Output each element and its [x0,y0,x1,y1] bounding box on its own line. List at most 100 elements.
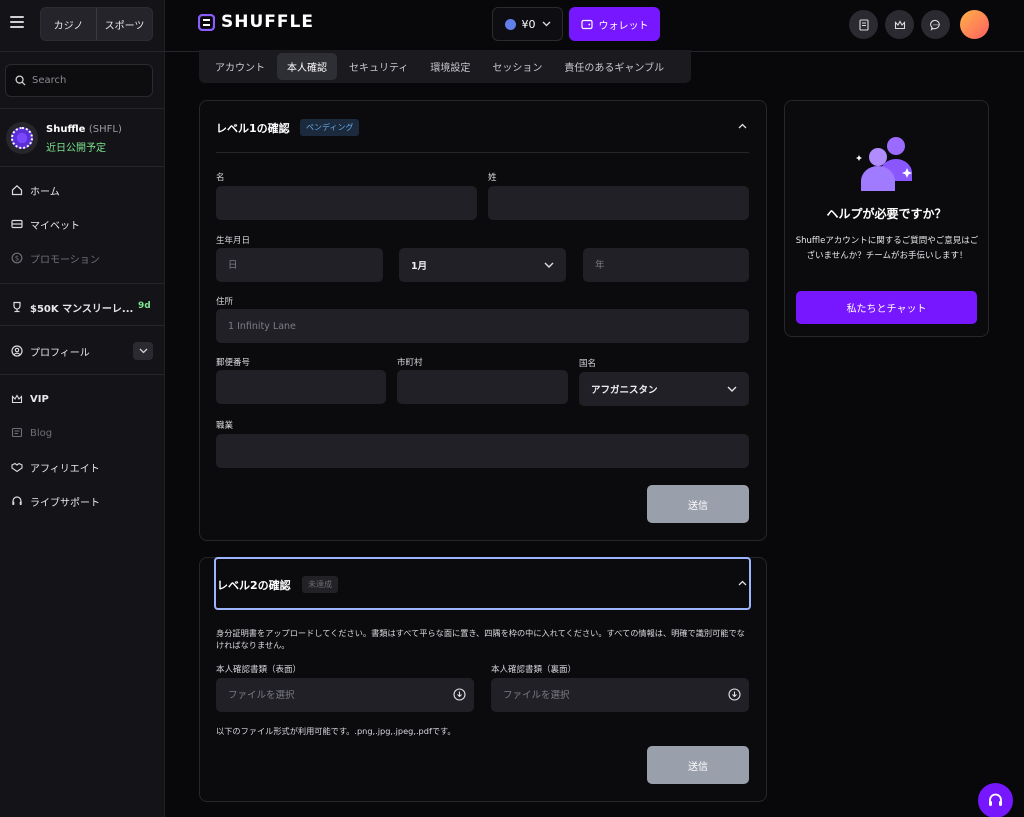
search-icon [15,75,26,86]
nav-vip[interactable]: VIP [10,391,49,407]
wallet-button[interactable]: ウォレット [569,7,660,41]
last-name-label: 姓 [488,173,497,183]
chevron-down-icon [542,21,550,27]
chevron-up-icon[interactable] [738,123,747,129]
chevron-up-icon[interactable] [738,580,747,586]
city-input[interactable] [397,370,568,404]
tab-account[interactable]: アカウント [205,53,275,80]
nav-live-support[interactable]: ライブサポート [10,493,100,509]
user-icon [10,345,23,358]
nav-promotions[interactable]: $ プロモーション [10,250,100,266]
divider [0,51,165,52]
id-front-upload[interactable] [216,678,474,712]
tab-sessions[interactable]: セッション [482,53,552,80]
settings-tabs: アカウント 本人確認 セキュリティ 環境設定 セッション 責任のあるギャンブル [199,50,691,83]
address-label: 住所 [216,297,234,307]
balance-selector[interactable]: ¥0 [492,7,563,41]
casino-tab[interactable]: カジノ [41,8,97,40]
nav-profile[interactable]: プロフィール [10,343,90,359]
postal-field[interactable] [216,370,386,404]
level1-submit-button[interactable]: 送信 [647,485,749,523]
chat-bubble-icon [929,19,940,31]
level1-title: レベル1の確認 [216,122,290,135]
document-icon [858,18,869,31]
nav-home[interactable]: ホーム [10,182,60,198]
divider [0,166,165,167]
level2-header[interactable] [214,557,751,610]
support-people-icon [856,137,912,191]
tab-preferences[interactable]: 環境設定 [420,53,480,80]
token-name[interactable]: Shuffle (SHFL) [46,124,122,135]
divider [0,283,165,284]
address-input[interactable] [216,309,749,343]
bets-icon [10,218,23,231]
wallet-label: ウォレット [598,20,649,32]
first-name-label: 名 [216,173,225,183]
occupation-input[interactable] [216,434,749,468]
country-value: アフガニスタン [591,385,658,396]
profile-expand-button[interactable] [133,342,153,360]
first-name-field[interactable] [216,186,477,220]
occupation-label: 職業 [216,421,234,431]
address-field[interactable] [216,309,749,343]
nav-blog-label: Blog [30,427,53,439]
logo-text: SHUFFLE [221,12,314,32]
user-avatar[interactable] [960,10,989,39]
divider [0,108,165,109]
chevron-down-icon [544,262,554,268]
help-body: Shuffleアカウントに関するご質問やご意見はございませんか？チームがお手伝い… [795,236,979,261]
dob-day-field[interactable] [216,248,383,282]
tab-security[interactable]: セキュリティ [339,53,418,80]
nav-race[interactable]: $50K マンスリーレ... [10,299,133,315]
shuffle-logo-icon [198,13,215,31]
id-back-input[interactable] [491,678,749,712]
postal-label: 郵便番号 [216,358,251,368]
eth-icon [504,18,516,30]
country-select[interactable]: アフガニスタン [579,372,749,406]
divider [0,374,165,375]
status-badge: 未達成 [302,576,338,593]
occupation-field[interactable] [216,434,749,468]
id-back-upload[interactable] [491,678,749,712]
logo[interactable]: SHUFFLE [198,12,314,32]
handshake-icon [10,461,23,474]
sports-tab[interactable]: スポーツ [97,8,152,40]
last-name-field[interactable] [488,186,749,220]
tab-responsible-gambling[interactable]: 責任のあるギャンブル [554,53,674,80]
menu-icon[interactable] [10,16,24,28]
last-name-input[interactable] [488,186,749,220]
download-icon [728,688,741,701]
chat-button[interactable] [921,10,950,39]
dob-month-select[interactable]: 1月 [399,248,566,282]
search-box [5,64,153,97]
nav-live-support-label: ライブサポート [30,497,100,509]
vip-button[interactable] [885,10,914,39]
divider [216,152,749,153]
nav-blog[interactable]: Blog [10,425,52,441]
dob-day-input[interactable] [216,248,383,282]
postal-input[interactable] [216,370,386,404]
chat-with-us-button[interactable]: 私たちとチャット [796,291,977,324]
crown-icon [10,393,23,406]
level2-title: レベル2の確認 [217,579,291,592]
dob-year-input[interactable] [583,248,749,282]
shfl-token-icon [6,122,38,154]
tab-verification[interactable]: 本人確認 [277,53,337,80]
casino-sports-toggle: カジノ スポーツ [40,7,153,41]
race-countdown-badge: 9d [138,301,151,311]
search-input[interactable] [32,75,142,86]
nav-mybets[interactable]: マイベット [10,216,80,232]
city-label: 市町村 [397,358,423,368]
city-field[interactable] [397,370,568,404]
id-front-input[interactable] [216,678,474,712]
level2-submit-button[interactable]: 送信 [647,746,749,784]
download-icon [453,688,466,701]
country-label: 国名 [579,359,597,369]
nav-promotions-label: プロモーション [30,254,100,266]
balance-value: ¥0 [521,17,536,31]
nav-affiliate[interactable]: アフィリエイト [10,459,100,475]
notes-button[interactable] [849,10,878,39]
first-name-input[interactable] [216,186,477,220]
live-support-fab[interactable] [978,783,1013,817]
dob-year-field[interactable] [583,248,749,282]
